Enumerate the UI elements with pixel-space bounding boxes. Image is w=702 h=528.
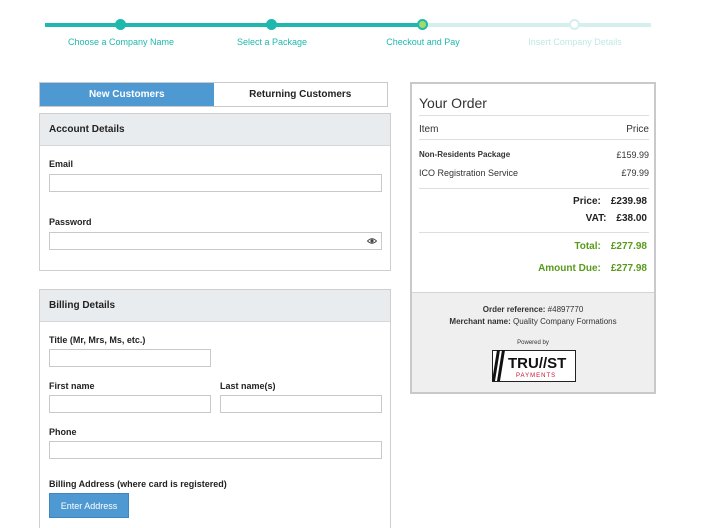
total-value: £277.98 xyxy=(610,241,647,252)
step-dot-3 xyxy=(417,19,428,30)
billing-details-panel: Billing Details Title (Mr, Mrs, Ms, etc.… xyxy=(39,289,391,528)
order-item-row: Non-Residents Package £159.99 xyxy=(419,150,649,160)
billing-address-label: Billing Address (where card is registere… xyxy=(49,479,227,489)
eye-icon[interactable] xyxy=(367,236,377,246)
order-title: Your Order xyxy=(419,95,487,111)
divider xyxy=(419,188,649,189)
price-subtotal-value: £239.98 xyxy=(610,196,647,207)
progress-track-remaining xyxy=(423,23,651,27)
account-details-panel: Account Details Email Password xyxy=(39,113,391,271)
order-summary: Your Order Item Price Non-Residents Pack… xyxy=(410,82,656,394)
title-field[interactable] xyxy=(49,349,211,367)
order-item-price: £159.99 xyxy=(616,150,649,160)
order-header-row: Item Price xyxy=(419,124,649,135)
step-label-3: Checkout and Pay xyxy=(386,37,460,47)
password-label: Password xyxy=(49,217,92,227)
order-item-name: ICO Registration Service xyxy=(419,168,519,178)
password-field[interactable] xyxy=(49,232,382,250)
order-reference-label: Order reference: xyxy=(482,305,546,314)
logo-text-sub: PAYMENTS xyxy=(516,373,556,379)
item-column-header: Item xyxy=(419,124,439,135)
divider xyxy=(419,139,649,140)
vat-row: VAT: £38.00 xyxy=(586,213,647,224)
vat-value: £38.00 xyxy=(616,213,647,224)
step-label-2[interactable]: Select a Package xyxy=(237,37,307,47)
step-label-1[interactable]: Choose a Company Name xyxy=(68,37,174,47)
title-label: Title (Mr, Mrs, Ms, etc.) xyxy=(49,335,146,345)
customer-tabs: New Customers Returning Customers xyxy=(39,82,388,107)
order-footer: Order reference: #4897770 Merchant name:… xyxy=(412,292,654,392)
last-name-field[interactable] xyxy=(220,395,382,413)
step-dot-2 xyxy=(266,19,277,30)
last-name-label: Last name(s) xyxy=(220,381,276,391)
merchant-name: Merchant name: Quality Company Formation… xyxy=(412,317,654,326)
merchant-name-value: Quality Company Formations xyxy=(513,317,617,326)
enter-address-button[interactable]: Enter Address xyxy=(49,493,129,518)
billing-details-heading: Billing Details xyxy=(40,290,390,322)
first-name-field[interactable] xyxy=(49,395,211,413)
email-label: Email xyxy=(49,159,74,169)
phone-label: Phone xyxy=(49,427,77,437)
step-dot-1 xyxy=(115,19,126,30)
merchant-name-label: Merchant name: xyxy=(449,317,511,326)
account-details-heading: Account Details xyxy=(40,114,390,146)
tab-returning-customers[interactable]: Returning Customers xyxy=(213,83,387,106)
divider xyxy=(419,115,649,116)
total-label: Total: xyxy=(574,241,601,252)
amount-due-label: Amount Due: xyxy=(538,263,601,274)
order-reference-value: #4897770 xyxy=(547,305,584,314)
progress-stepper: Choose a Company Name Select a Package C… xyxy=(0,0,702,60)
divider xyxy=(419,232,649,233)
trust-payments-logo: TRU//ST PAYMENTS xyxy=(492,350,576,382)
order-item-row: ICO Registration Service £79.99 xyxy=(419,168,649,178)
order-item-name: Non-Residents Package xyxy=(419,150,511,159)
email-field[interactable] xyxy=(49,174,382,192)
first-name-label: First name xyxy=(49,381,95,391)
step-dot-4 xyxy=(569,19,580,30)
phone-field[interactable] xyxy=(49,441,382,459)
price-subtotal-label: Price: xyxy=(573,196,601,207)
amount-due-row: Amount Due: £277.98 xyxy=(538,263,647,274)
amount-due-value: £277.98 xyxy=(610,263,647,274)
price-subtotal-row: Price: £239.98 xyxy=(573,196,647,207)
price-column-header: Price xyxy=(626,124,649,135)
total-row: Total: £277.98 xyxy=(574,241,647,252)
logo-text-main: TRU//ST xyxy=(508,355,566,372)
order-item-price: £79.99 xyxy=(621,168,649,178)
vat-label: VAT: xyxy=(585,213,607,224)
step-label-4: Insert Company Details xyxy=(528,37,622,47)
powered-by-label: Powered by xyxy=(517,340,549,346)
order-reference: Order reference: #4897770 xyxy=(412,305,654,314)
progress-track-complete xyxy=(45,23,423,27)
tab-new-customers[interactable]: New Customers xyxy=(40,83,214,106)
